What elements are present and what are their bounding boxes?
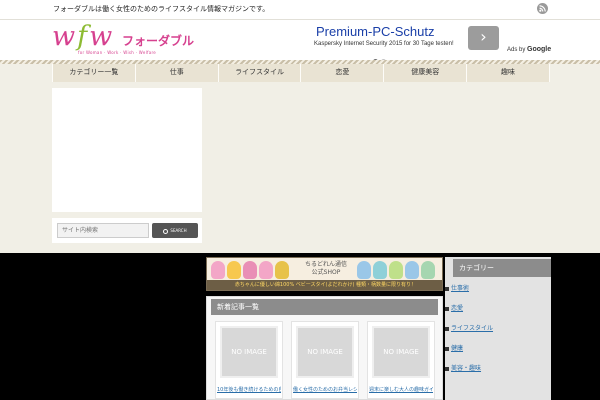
- no-image-placeholder[interactable]: NO IMAGE: [220, 326, 278, 378]
- sidebar-link[interactable]: 恋愛: [445, 303, 463, 312]
- ad-unit[interactable]: Premium-PC-Schutz Kaspersky Internet Sec…: [310, 22, 551, 64]
- search-button[interactable]: SEARCH: [152, 223, 198, 238]
- shop-banner[interactable]: ちるどれん通信 公式SHOP 赤ちゃんに優しい綿100% ベビースタイ(よだれかけ…: [206, 257, 443, 291]
- nav-item-health-beauty[interactable]: 健康美容: [384, 64, 468, 82]
- article-link[interactable]: 週末に楽しむ大人の趣味ガイド: [369, 386, 433, 393]
- logo-wordmark: wfw: [52, 21, 115, 52]
- search-icon: [163, 228, 169, 234]
- article-card[interactable]: NO IMAGE 働く女性のためのお弁当レシピ: [291, 321, 359, 399]
- bib-image: [373, 261, 387, 279]
- bullet-icon: [445, 326, 449, 331]
- search-widget: SEARCH: [52, 218, 202, 243]
- search-input[interactable]: [57, 223, 149, 238]
- logo-kana: フォーダブル: [122, 34, 195, 48]
- bib-image: [389, 261, 403, 279]
- sidebar-link[interactable]: ライフスタイル: [445, 323, 493, 332]
- bullet-icon: [445, 306, 449, 311]
- sidebar-link[interactable]: 仕事術: [445, 283, 469, 292]
- rss-icon[interactable]: [537, 3, 548, 14]
- bib-image: [259, 261, 273, 279]
- no-image-placeholder[interactable]: NO IMAGE: [296, 326, 354, 378]
- banner-title: ちるどれん通信 公式SHOP: [305, 261, 348, 276]
- logo-subtitle: for Woman · Work · Wish · Welfare: [78, 50, 157, 55]
- article-link[interactable]: 10年後も働き続けるための自己投資: [217, 386, 281, 393]
- bib-image: [227, 261, 241, 279]
- bib-image: [275, 261, 289, 279]
- sidebar-link[interactable]: 美容・趣味: [445, 363, 481, 372]
- right-sidebar: カテゴリー 仕事術 恋愛 ライフスタイル 健康 美容・趣味: [445, 257, 551, 400]
- banner-caption: 赤ちゃんに優しい綿100% ベビースタイ(よだれかけ) 種類・柄数量に限り有り！: [207, 280, 442, 290]
- ad-title[interactable]: Premium-PC-Schutz: [316, 24, 434, 39]
- bib-image: [211, 261, 225, 279]
- no-image-placeholder[interactable]: NO IMAGE: [372, 326, 430, 378]
- nav-item-love[interactable]: 恋愛: [301, 64, 385, 82]
- bib-image: [357, 261, 371, 279]
- nav-item-categories[interactable]: カテゴリー一覧: [52, 64, 136, 82]
- bullet-icon: [445, 366, 449, 371]
- ads-by-google[interactable]: Ads by Google: [507, 46, 551, 53]
- article-card[interactable]: NO IMAGE 10年後も働き続けるための自己投資: [215, 321, 283, 399]
- nav-item-work[interactable]: 仕事: [136, 64, 219, 82]
- bib-image: [421, 261, 435, 279]
- widget-panel: [52, 88, 202, 212]
- bullet-icon: [445, 346, 449, 351]
- site-tagline: フォーダブルは働く女性のためのライフスタイル情報マガジンです。: [53, 5, 270, 13]
- ad-next-arrow-icon[interactable]: ›: [468, 26, 499, 50]
- bullet-icon: [445, 286, 449, 291]
- nav-item-lifestyle[interactable]: ライフスタイル: [219, 64, 302, 82]
- site-logo[interactable]: wfw フォーダブル for Woman · Work · Wish · Wel…: [52, 21, 202, 58]
- sidebar-link[interactable]: 健康: [445, 343, 463, 352]
- ad-text[interactable]: Kaspersky Internet Security 2015 for 30 …: [314, 41, 454, 47]
- new-articles-section: 新着記事一覧 NO IMAGE 10年後も働き続けるための自己投資 NO IMA…: [206, 296, 443, 400]
- top-bar: フォーダブルは働く女性のためのライフスタイル情報マガジンです。: [0, 0, 600, 20]
- main-nav: カテゴリー一覧 仕事 ライフスタイル 恋愛 健康美容 趣味: [52, 64, 550, 82]
- bib-image: [405, 261, 419, 279]
- bib-image: [243, 261, 257, 279]
- new-articles-heading: 新着記事一覧: [211, 299, 438, 315]
- article-card[interactable]: NO IMAGE 週末に楽しむ大人の趣味ガイド: [367, 321, 435, 399]
- sidebar-heading: カテゴリー: [453, 259, 551, 277]
- article-link[interactable]: 働く女性のためのお弁当レシピ: [293, 386, 357, 393]
- nav-item-hobby[interactable]: 趣味: [467, 64, 550, 82]
